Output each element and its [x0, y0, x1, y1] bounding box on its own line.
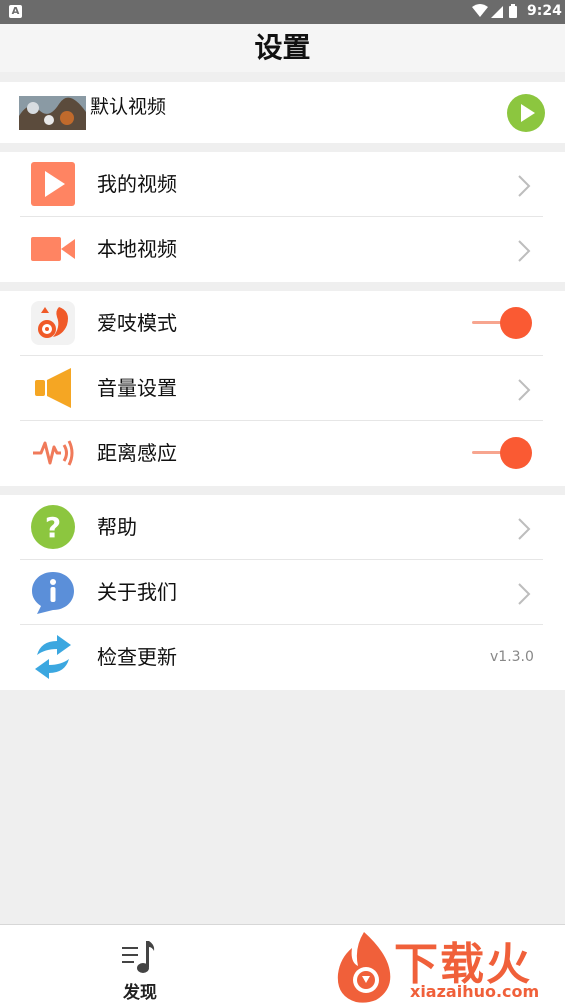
- about-us-label: 关于我们: [97, 580, 177, 604]
- music-list-icon: [122, 941, 155, 973]
- speaker-icon: [35, 368, 71, 408]
- proximity-sensor-row: 距离感应: [0, 421, 565, 486]
- play-square-icon: [31, 162, 75, 206]
- version-text: v1.3.0: [490, 649, 534, 665]
- aizhi-mode-label: 爱吱模式: [97, 311, 177, 335]
- chevron-right-icon: [518, 583, 531, 605]
- volume-settings-row[interactable]: 音量设置: [0, 356, 565, 421]
- check-update-label: 检查更新: [97, 645, 177, 669]
- help-label: 帮助: [97, 515, 137, 539]
- wifi-icon: [472, 4, 488, 17]
- battery-icon: [509, 6, 517, 18]
- svg-text:?: ?: [45, 511, 61, 544]
- video-camera-icon: [31, 237, 75, 261]
- tab-discover-label: 发现: [123, 983, 157, 1003]
- aizhi-mode-row: 爱吱模式: [0, 291, 565, 356]
- squirrel-icon: [31, 301, 75, 345]
- chevron-right-icon: [518, 379, 531, 401]
- aizhi-mode-toggle[interactable]: [472, 305, 534, 341]
- about-section: ? 帮助 关于我们 检查更新 v1.3.0: [0, 495, 565, 690]
- status-icons: [472, 4, 517, 18]
- local-videos-label: 本地视频: [97, 237, 177, 261]
- signal-icon: [491, 6, 503, 18]
- watermark: 下载火 xiazaihuo.com: [330, 924, 565, 1005]
- clock: 9:24: [527, 3, 562, 19]
- watermark-domain: xiazaihuo.com: [410, 982, 540, 1001]
- play-icon[interactable]: [507, 94, 545, 132]
- media-section: 我的视频 本地视频: [0, 152, 565, 282]
- chevron-right-icon: [518, 518, 531, 540]
- my-videos-label: 我的视频: [97, 172, 177, 196]
- video-thumbnail: [19, 96, 86, 130]
- proximity-sensor-icon: [33, 440, 74, 466]
- proximity-sensor-label: 距离感应: [97, 441, 177, 465]
- info-icon: [32, 572, 74, 614]
- status-bar: A 9:24: [0, 0, 565, 24]
- toggle-knob: [500, 307, 532, 339]
- toggle-knob: [500, 437, 532, 469]
- local-videos-row[interactable]: 本地视频: [0, 217, 565, 282]
- about-us-row[interactable]: 关于我们: [0, 560, 565, 625]
- chevron-right-icon: [518, 175, 531, 197]
- proximity-sensor-toggle[interactable]: [472, 435, 534, 471]
- chevron-right-icon: [518, 240, 531, 262]
- volume-settings-label: 音量设置: [97, 376, 177, 400]
- notification-icon: A: [9, 5, 22, 18]
- check-update-row[interactable]: 检查更新 v1.3.0: [0, 625, 565, 690]
- app-header: 设置: [0, 24, 565, 72]
- tab-discover[interactable]: 发现: [115, 937, 165, 1003]
- flame-logo-icon: [337, 932, 391, 1003]
- help-icon: ?: [31, 505, 75, 549]
- default-video-row[interactable]: 默认视频: [0, 82, 565, 143]
- settings-section: 爱吱模式 音量设置 距离感应: [0, 291, 565, 486]
- my-videos-row[interactable]: 我的视频: [0, 152, 565, 217]
- refresh-icon: [35, 635, 71, 679]
- page-title: 设置: [254, 31, 311, 64]
- help-row[interactable]: ? 帮助: [0, 495, 565, 560]
- default-video-label: 默认视频: [90, 96, 167, 118]
